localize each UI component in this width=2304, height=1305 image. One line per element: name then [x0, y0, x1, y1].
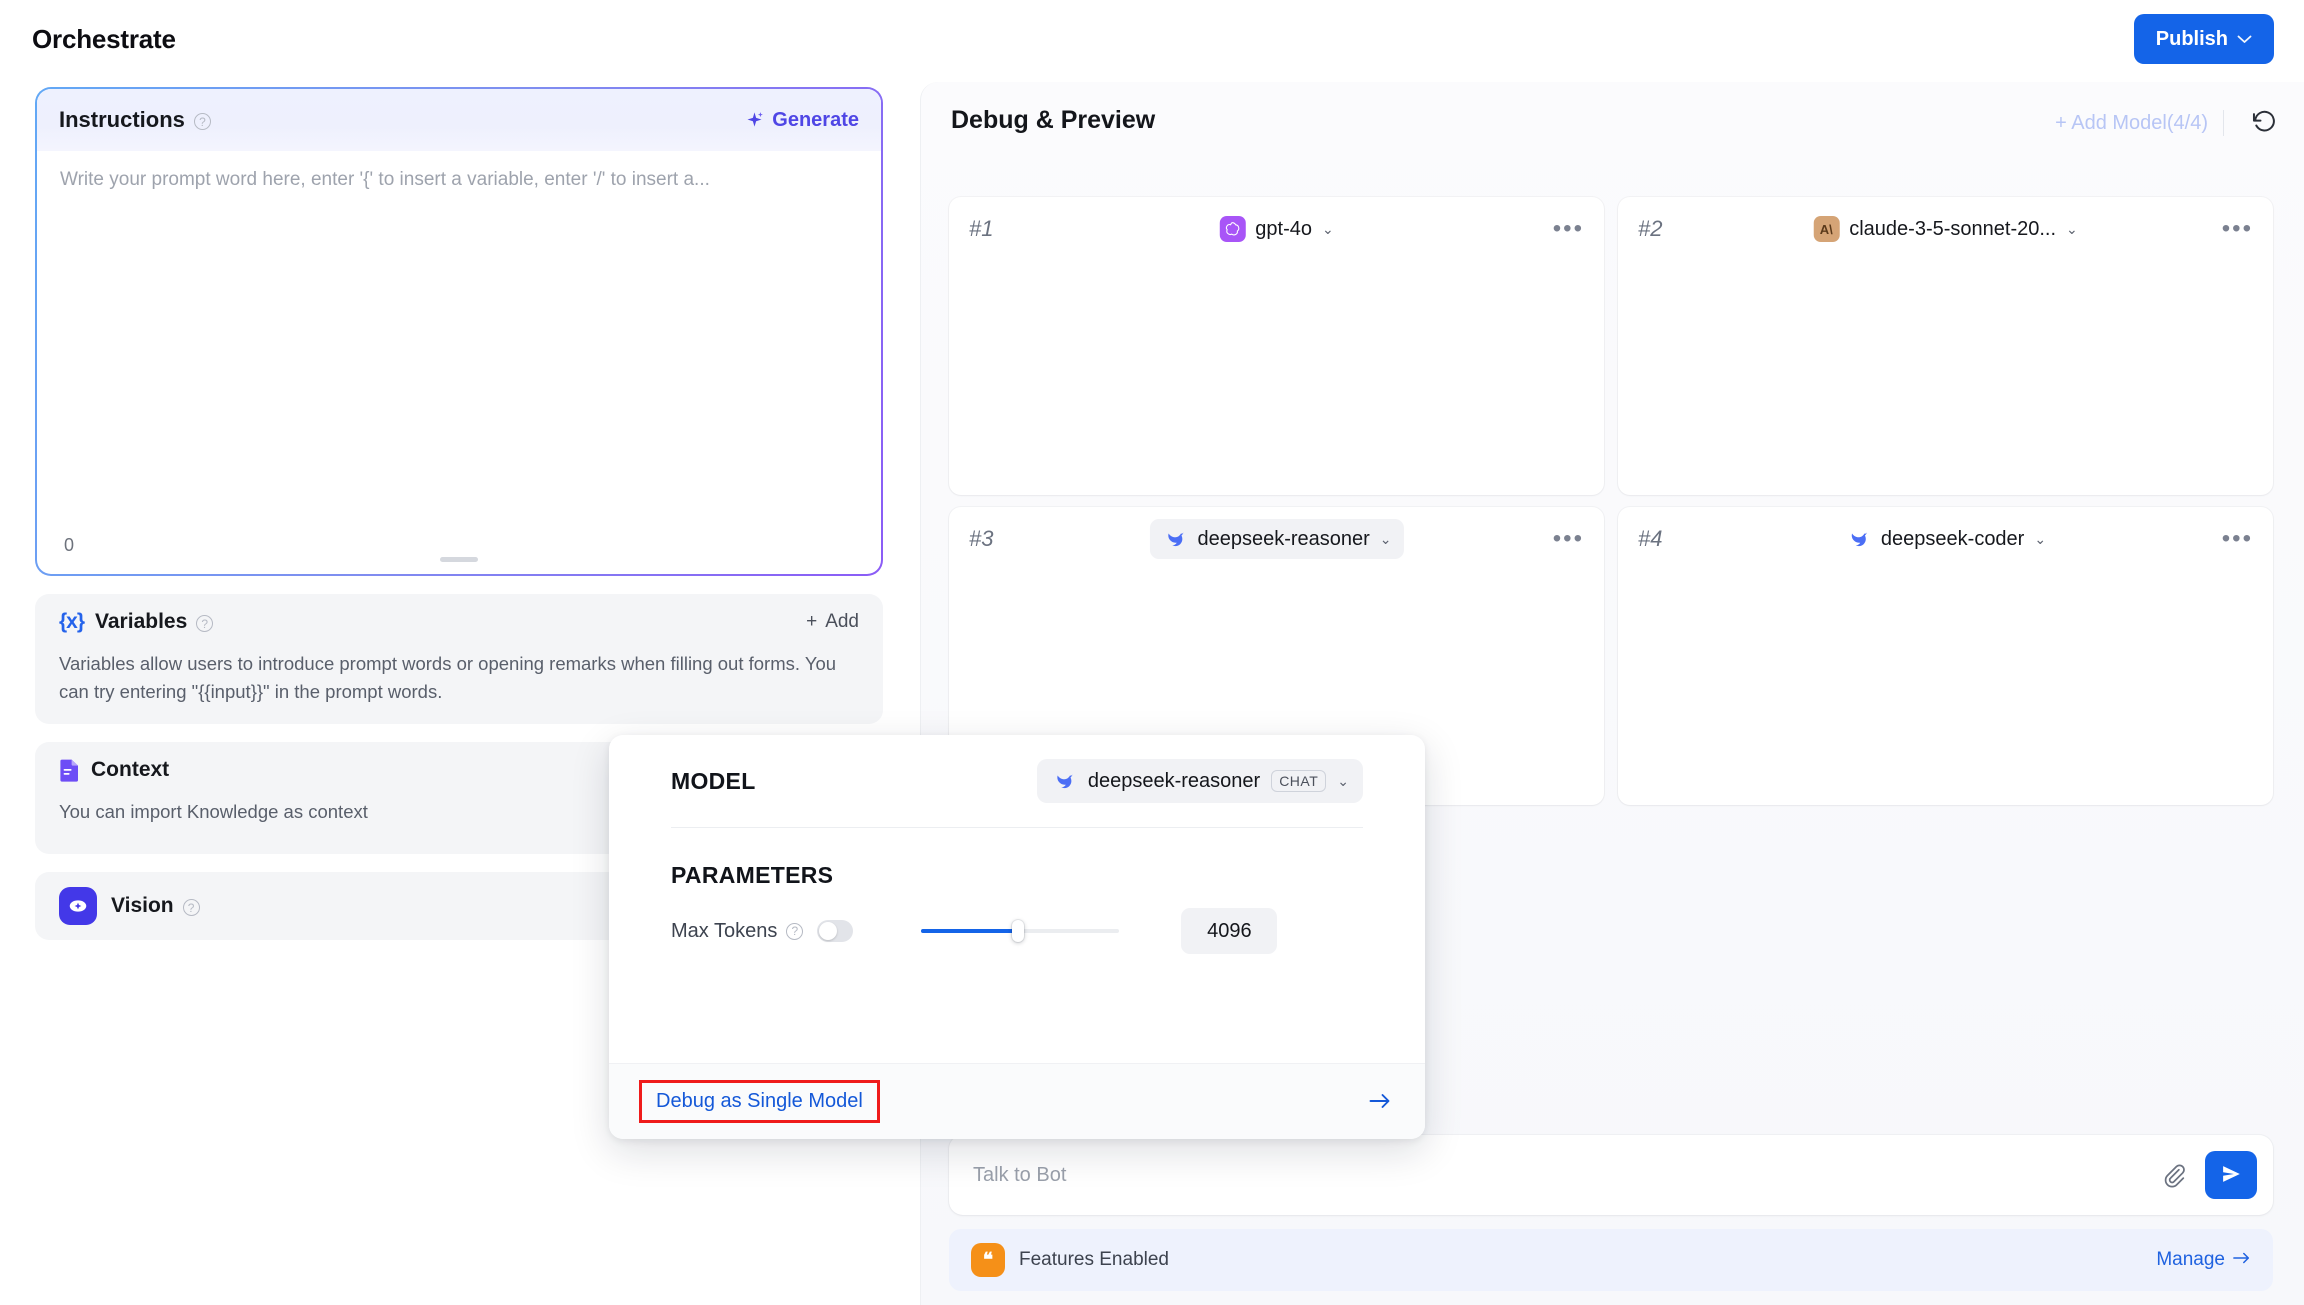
- card-menu-button[interactable]: •••: [1553, 527, 1584, 550]
- deepseek-icon: [1051, 768, 1077, 794]
- model-card-header: #1 gpt-4o ⌄ •••: [949, 197, 1604, 261]
- chat-input-bar: Talk to Bot: [949, 1135, 2273, 1215]
- popover-model-name: deepseek-reasoner: [1087, 769, 1261, 792]
- publish-label: Publish: [2155, 27, 2228, 50]
- parameters-heading: PARAMETERS: [671, 862, 834, 888]
- send-icon: [2220, 1163, 2242, 1188]
- max-tokens-slider[interactable]: [921, 920, 1120, 942]
- openai-icon: [1219, 216, 1246, 242]
- model-settings-popover: MODEL deepseek-reasoner CHAT ⌄ PARAMETER…: [609, 735, 1425, 1139]
- model-cards-grid: #1 gpt-4o ⌄ ••• songshuhezi.com #2: [949, 197, 2273, 805]
- help-icon[interactable]: ?: [193, 113, 211, 130]
- popover-model-section: MODEL deepseek-reasoner CHAT ⌄: [609, 735, 1425, 827]
- model-name: deepseek-coder: [1880, 527, 2025, 550]
- features-label: Features Enabled: [1019, 1249, 1169, 1270]
- model-name: deepseek-reasoner: [1197, 527, 1370, 550]
- model-index: #2: [1638, 216, 1663, 241]
- model-heading: MODEL: [671, 767, 756, 794]
- model-selector[interactable]: deepseek-reasoner ⌄: [1149, 519, 1404, 559]
- document-icon: [59, 758, 80, 782]
- help-icon[interactable]: ?: [182, 899, 200, 916]
- model-index: #1: [969, 216, 994, 241]
- arrow-right-icon: [2233, 1249, 2251, 1271]
- add-model-label: + Add Model(4/4): [2055, 112, 2208, 134]
- manage-label: Manage: [2156, 1249, 2225, 1270]
- chevron-down-icon: ⌄: [2066, 220, 2078, 237]
- chevron-down-icon: ⌄: [1337, 772, 1349, 789]
- max-tokens-row: Max Tokens ? 4096: [609, 889, 1425, 973]
- context-title: Context: [91, 758, 170, 781]
- model-name: claude-3-5-sonnet-20...: [1849, 217, 2057, 240]
- manage-features-button[interactable]: Manage: [2156, 1249, 2251, 1271]
- card-menu-button[interactable]: •••: [2222, 217, 2253, 240]
- resize-handle[interactable]: [440, 557, 478, 562]
- model-index: #3: [969, 526, 994, 551]
- vision-icon: [59, 887, 97, 925]
- top-bar: Orchestrate Publish: [0, 0, 2304, 82]
- add-model-button[interactable]: + Add Model(4/4): [2055, 112, 2208, 135]
- add-variable-label: Add: [825, 611, 859, 632]
- instructions-input[interactable]: Write your prompt word here, enter '{' t…: [60, 167, 850, 194]
- generate-button[interactable]: Generate: [745, 109, 859, 132]
- help-icon[interactable]: ?: [786, 922, 804, 940]
- card-menu-button[interactable]: •••: [2222, 527, 2253, 550]
- claude-icon: A\: [1813, 216, 1840, 242]
- model-card: #2 A\ claude-3-5-sonnet-20... ⌄ •••: [1618, 197, 2273, 495]
- model-card: #1 gpt-4o ⌄ ••• songshuhezi.com: [949, 197, 1604, 763]
- popover-model-selector[interactable]: deepseek-reasoner CHAT ⌄: [1036, 759, 1363, 803]
- character-count: 0: [64, 535, 75, 555]
- publish-button[interactable]: Publish: [2133, 14, 2274, 64]
- max-tokens-toggle[interactable]: [817, 920, 854, 942]
- variables-icon: {x}: [59, 610, 85, 633]
- model-name: gpt-4o: [1255, 217, 1312, 240]
- card-menu-button[interactable]: •••: [1553, 217, 1584, 240]
- model-selector[interactable]: A\ claude-3-5-sonnet-20... ⌄: [1801, 209, 2090, 249]
- chevron-down-icon: ⌄: [1379, 530, 1392, 547]
- divider: [2223, 110, 2224, 136]
- reset-icon[interactable]: [2250, 108, 2278, 136]
- model-selector[interactable]: gpt-4o ⌄: [1207, 209, 1345, 249]
- instructions-title: Instructions: [59, 107, 185, 132]
- chat-input[interactable]: Talk to Bot: [973, 1164, 1066, 1187]
- model-index: #4: [1638, 526, 1663, 551]
- debug-preview-title: Debug & Preview: [951, 106, 1156, 134]
- popover-footer: Debug as Single Model: [609, 1063, 1425, 1139]
- plus-icon: +: [806, 611, 818, 632]
- chevron-down-icon: ⌄: [2034, 530, 2047, 547]
- model-type-tag: CHAT: [1271, 770, 1327, 792]
- chevron-down-icon: [2237, 31, 2252, 48]
- model-card-header: #4 deepseek-coder ⌄ •••: [1618, 507, 2273, 571]
- paperclip-icon[interactable]: [2161, 1162, 2187, 1188]
- model-card-header: #2 A\ claude-3-5-sonnet-20... ⌄ •••: [1618, 197, 2273, 261]
- add-variable-button[interactable]: + Add: [806, 611, 859, 633]
- max-tokens-value[interactable]: 4096: [1181, 908, 1278, 954]
- features-icon: ❝: [971, 1243, 1005, 1277]
- model-card-header: #3 deepseek-reasoner ⌄ •••: [949, 507, 1604, 571]
- chevron-down-icon: ⌄: [1321, 220, 1334, 237]
- instructions-card: Instructions ? Generate Write your promp…: [35, 87, 883, 576]
- deepseek-icon: [1845, 526, 1871, 552]
- generate-label: Generate: [772, 108, 859, 131]
- help-icon[interactable]: ?: [196, 615, 214, 632]
- arrow-right-icon[interactable]: [1369, 1088, 1395, 1116]
- deepseek-icon: [1161, 526, 1187, 552]
- model-selector[interactable]: deepseek-coder ⌄: [1833, 519, 2058, 559]
- debug-single-model-highlight: Debug as Single Model: [639, 1080, 880, 1123]
- app-root: Orchestrate Publish Instructions ? Gener…: [0, 0, 2304, 1305]
- sparkle-icon: [745, 111, 764, 130]
- model-card: #4 deepseek-coder ⌄ •••: [1618, 507, 2273, 805]
- variables-description: Variables allow users to introduce promp…: [59, 653, 837, 702]
- max-tokens-label: Max Tokens: [671, 919, 778, 942]
- variables-panel: {x} Variables ? + Add Variables allow us…: [35, 594, 883, 724]
- debug-single-model-button[interactable]: Debug as Single Model: [656, 1090, 863, 1112]
- variables-header: {x} Variables ? + Add: [35, 594, 883, 650]
- send-button[interactable]: [2205, 1151, 2257, 1199]
- page-title: Orchestrate: [32, 24, 176, 54]
- vision-title: Vision: [111, 894, 174, 917]
- features-bar: ❝ Features Enabled Manage: [949, 1229, 2273, 1291]
- instructions-header: Instructions ? Generate: [37, 89, 881, 151]
- variables-title: Variables: [95, 610, 188, 633]
